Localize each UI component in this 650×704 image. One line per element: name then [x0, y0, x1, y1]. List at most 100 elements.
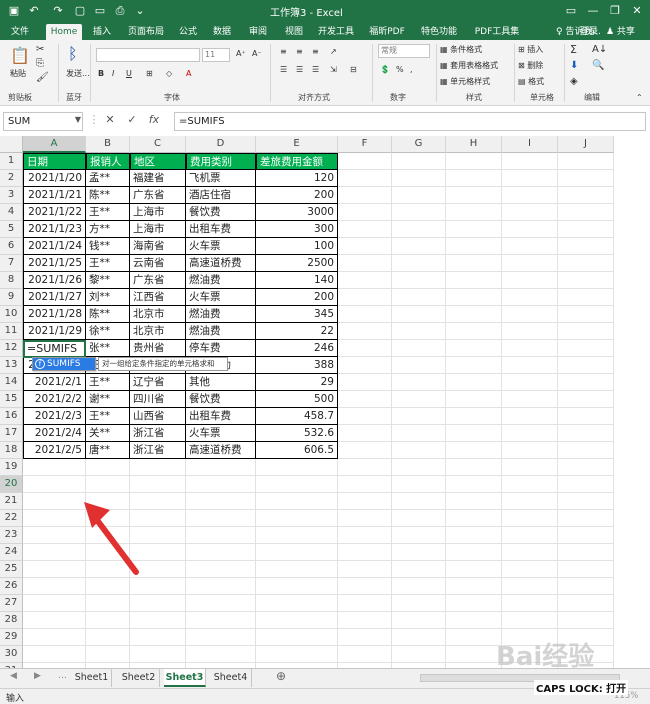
table-cell[interactable]: 2021/2/1: [23, 374, 86, 391]
empty-cell[interactable]: [338, 340, 392, 357]
login-link[interactable]: 登录: [580, 24, 598, 40]
empty-cell[interactable]: [186, 561, 256, 578]
select-all-corner[interactable]: [0, 136, 23, 153]
table-cell[interactable]: 出租车费: [186, 408, 256, 425]
more-sheets-icon[interactable]: …: [58, 671, 67, 681]
empty-cell[interactable]: [338, 255, 392, 272]
empty-cell[interactable]: [446, 204, 502, 221]
tab-developer[interactable]: 开发工具: [314, 24, 358, 40]
grow-font-icon[interactable]: A⁺: [236, 48, 246, 60]
table-cell[interactable]: 浙江省: [130, 442, 186, 459]
row-header-6[interactable]: 6: [0, 238, 23, 255]
delete-cells-button[interactable]: ⊠ 删除: [518, 60, 543, 72]
empty-cell[interactable]: [392, 425, 446, 442]
next-sheet-icon[interactable]: ▶: [34, 671, 41, 681]
empty-cell[interactable]: [502, 442, 558, 459]
row-header-22[interactable]: 22: [0, 510, 23, 527]
tab-insert[interactable]: 插入: [88, 24, 116, 40]
empty-cell[interactable]: [130, 476, 186, 493]
empty-cell[interactable]: [558, 476, 614, 493]
row-header-7[interactable]: 7: [0, 255, 23, 272]
empty-cell[interactable]: [86, 476, 130, 493]
empty-cell[interactable]: [502, 476, 558, 493]
row-header-29[interactable]: 29: [0, 629, 23, 646]
empty-cell[interactable]: [446, 476, 502, 493]
collapse-ribbon-icon[interactable]: ⌃: [636, 92, 643, 104]
empty-cell[interactable]: [186, 646, 256, 663]
row-header-30[interactable]: 30: [0, 646, 23, 663]
empty-cell[interactable]: [23, 493, 86, 510]
row-header-1[interactable]: 1: [0, 153, 23, 170]
table-cell[interactable]: 出租车费: [186, 221, 256, 238]
empty-cell[interactable]: [502, 221, 558, 238]
empty-cell[interactable]: [502, 306, 558, 323]
table-cell[interactable]: 陈**: [86, 306, 130, 323]
table-cell[interactable]: 606.5: [256, 442, 338, 459]
empty-cell[interactable]: [130, 459, 186, 476]
empty-cell[interactable]: [186, 510, 256, 527]
tab-home[interactable]: Home: [46, 24, 82, 40]
table-cell[interactable]: 刘**: [86, 289, 130, 306]
empty-cell[interactable]: [338, 408, 392, 425]
empty-cell[interactable]: [558, 408, 614, 425]
empty-cell[interactable]: [256, 578, 338, 595]
table-cell[interactable]: 上海市: [130, 221, 186, 238]
table-cell[interactable]: 唐**: [86, 442, 130, 459]
row-header-26[interactable]: 26: [0, 578, 23, 595]
table-cell[interactable]: 浙江省: [130, 425, 186, 442]
empty-cell[interactable]: [502, 170, 558, 187]
empty-cell[interactable]: [338, 493, 392, 510]
tab-foxit-pdf[interactable]: 福昕PDF: [364, 24, 410, 40]
table-cell[interactable]: 王**: [86, 408, 130, 425]
empty-cell[interactable]: [338, 476, 392, 493]
empty-cell[interactable]: [392, 204, 446, 221]
table-format-button[interactable]: ▦ 套用表格格式: [440, 60, 498, 72]
empty-cell[interactable]: [338, 442, 392, 459]
empty-cell[interactable]: [338, 629, 392, 646]
empty-cell[interactable]: [502, 391, 558, 408]
empty-cell[interactable]: [446, 374, 502, 391]
bluetooth-icon[interactable]: ᛒ: [68, 44, 78, 63]
empty-cell[interactable]: [558, 272, 614, 289]
row-header-19[interactable]: 19: [0, 459, 23, 476]
table-cell[interactable]: 200: [256, 289, 338, 306]
empty-cell[interactable]: [558, 612, 614, 629]
table-cell[interactable]: 140: [256, 272, 338, 289]
table-cell[interactable]: 345: [256, 306, 338, 323]
table-cell[interactable]: 关**: [86, 425, 130, 442]
table-cell[interactable]: 餐饮费: [186, 204, 256, 221]
send-button[interactable]: 发送...: [66, 68, 90, 80]
print-icon[interactable]: ⎙: [112, 3, 128, 19]
underline-icon[interactable]: U: [126, 68, 132, 80]
empty-cell[interactable]: [502, 527, 558, 544]
shrink-font-icon[interactable]: A⁻: [252, 48, 262, 60]
empty-cell[interactable]: [502, 153, 558, 170]
tab-data[interactable]: 数据: [208, 24, 236, 40]
empty-cell[interactable]: [558, 323, 614, 340]
empty-cell[interactable]: [186, 459, 256, 476]
table-cell[interactable]: 458.7: [256, 408, 338, 425]
table-cell[interactable]: 福建省: [130, 170, 186, 187]
empty-cell[interactable]: [186, 527, 256, 544]
currency-icon[interactable]: 💲: [380, 64, 390, 76]
empty-cell[interactable]: [502, 510, 558, 527]
empty-cell[interactable]: [23, 629, 86, 646]
insert-cells-button[interactable]: ⊞ 插入: [518, 44, 543, 56]
empty-cell[interactable]: [338, 170, 392, 187]
close-button[interactable]: ✕: [626, 3, 648, 19]
paste-button[interactable]: 粘贴: [10, 68, 26, 80]
empty-cell[interactable]: [338, 374, 392, 391]
empty-cell[interactable]: [23, 459, 86, 476]
row-header-2[interactable]: 2: [0, 170, 23, 187]
empty-cell[interactable]: [502, 408, 558, 425]
empty-cell[interactable]: [446, 544, 502, 561]
empty-cell[interactable]: [392, 170, 446, 187]
table-cell[interactable]: 酒店住宿: [186, 187, 256, 204]
row-header-28[interactable]: 28: [0, 612, 23, 629]
empty-cell[interactable]: [23, 510, 86, 527]
sheet-tab-2[interactable]: Sheet2: [118, 669, 160, 687]
empty-cell[interactable]: [392, 510, 446, 527]
tab-pdf-tools[interactable]: PDF工具集: [468, 24, 526, 40]
column-header-f[interactable]: F: [338, 136, 392, 153]
empty-cell[interactable]: [502, 595, 558, 612]
